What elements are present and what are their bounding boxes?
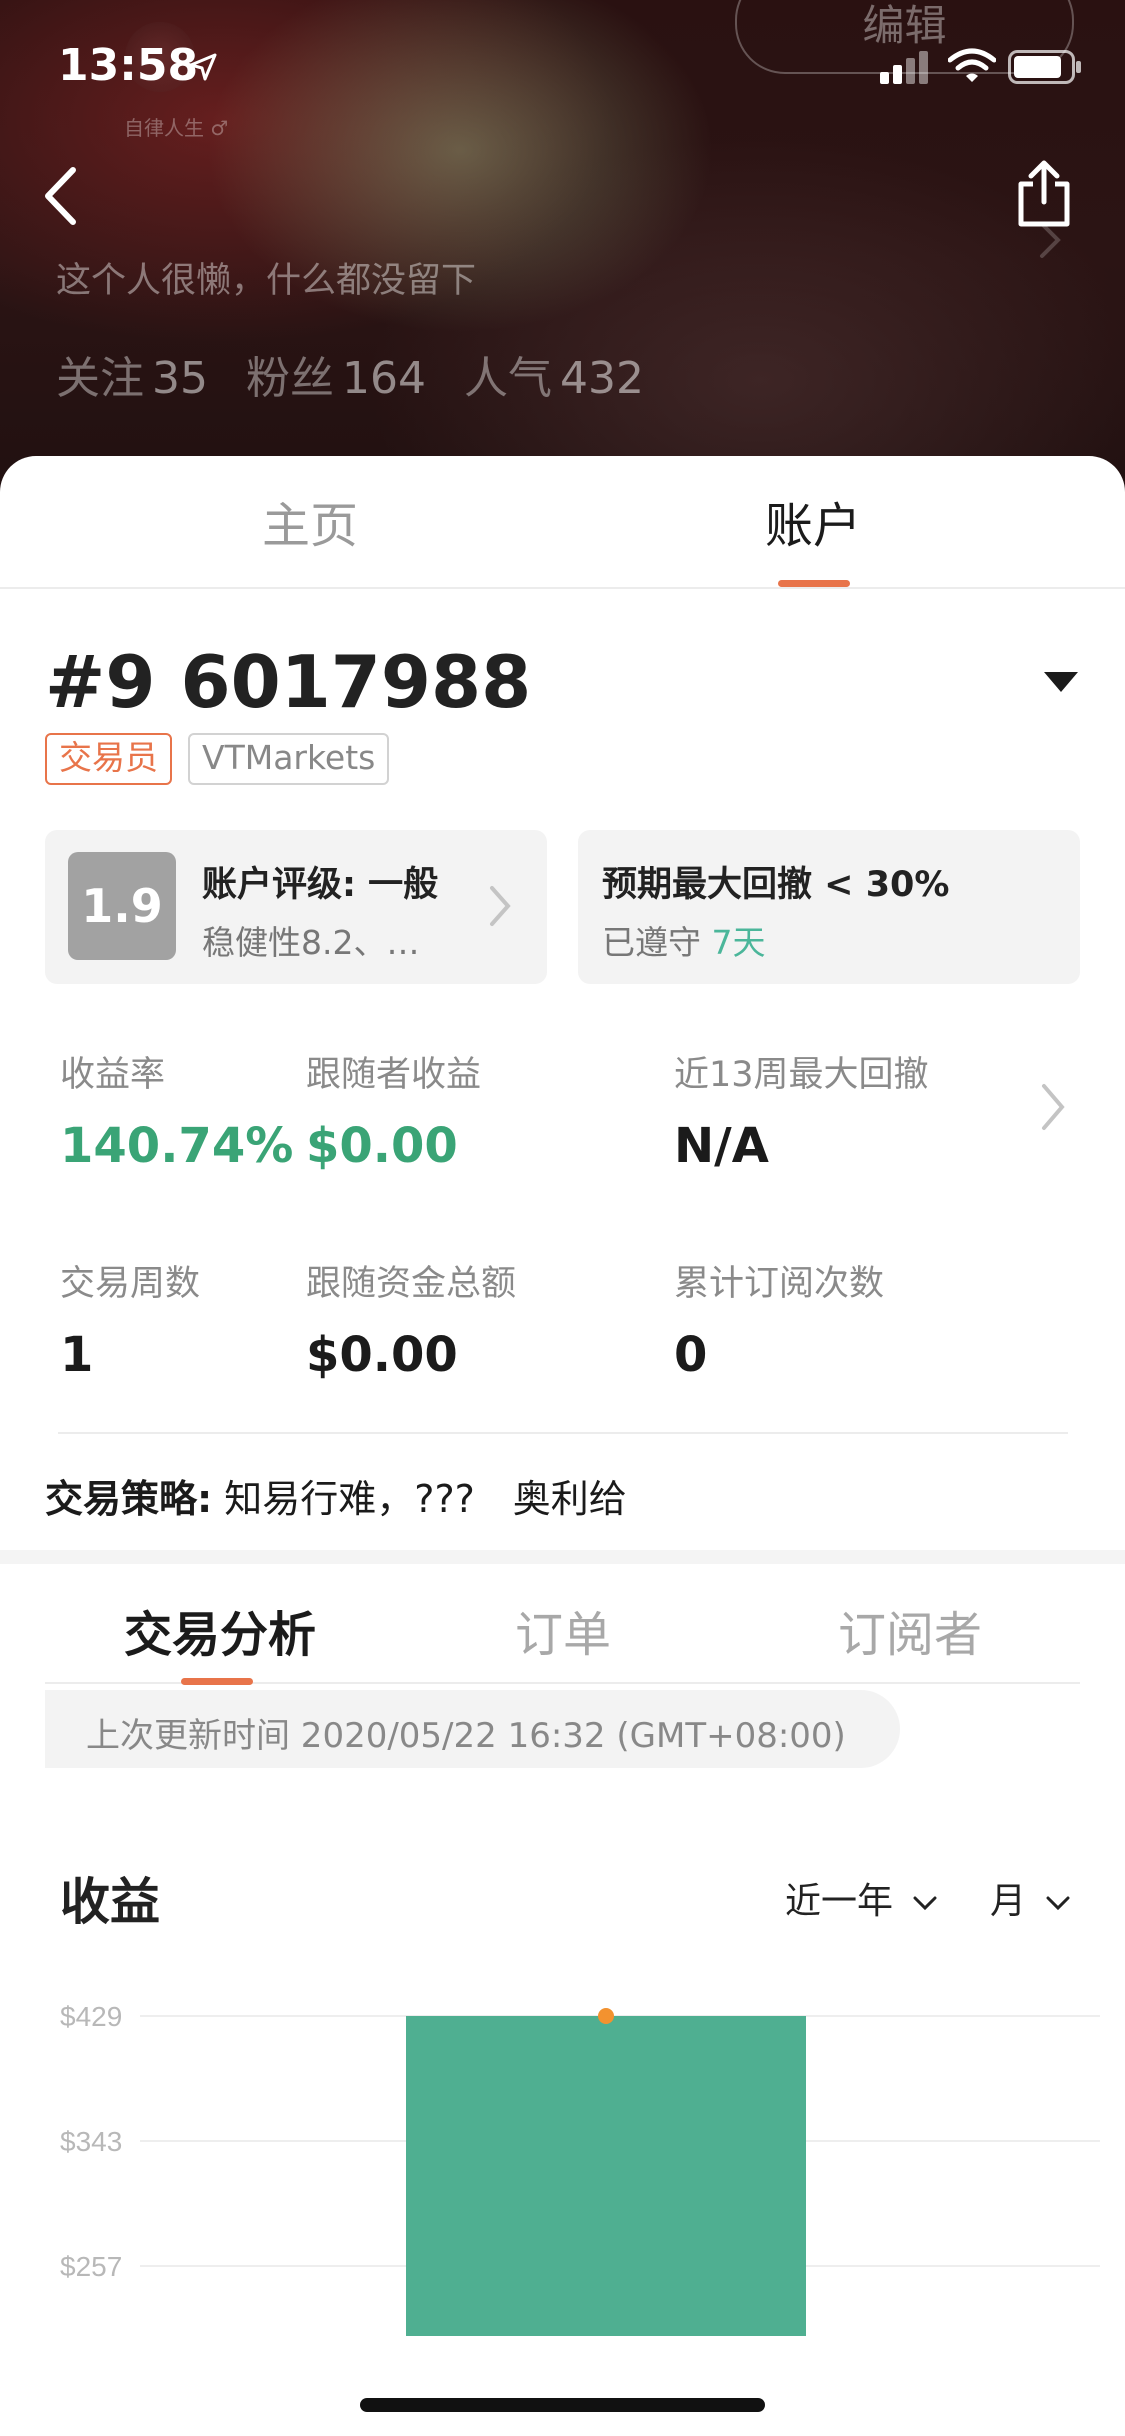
nickname: 自律人生 ♂ — [124, 116, 229, 140]
metric-value-weeks: 1 — [60, 1327, 94, 1383]
popularity-label: 人气 — [463, 353, 552, 404]
strategy-text: 知易行难，??? 奥利给 — [224, 1477, 627, 1521]
profile-bio: 这个人很懒，什么都没留下 — [56, 261, 477, 301]
metric-value-subscriptions: 0 — [674, 1327, 708, 1383]
dropdown-triangle-icon[interactable] — [1042, 670, 1080, 694]
following-count[interactable]: 35 — [152, 353, 208, 404]
tab-indicator — [778, 580, 850, 587]
followers-label[interactable]: 粉丝 — [246, 353, 334, 404]
wifi-icon — [948, 48, 996, 82]
last-update-text: 上次更新时间 2020/05/22 16:32 (GMT+08:00) — [86, 1716, 846, 1756]
range-label: 近一年 — [785, 1881, 894, 1922]
metric-label-follower-profit: 跟随者收益 — [306, 1055, 482, 1095]
y-tick-label: $343 — [60, 2126, 122, 2157]
chevron-down-icon — [913, 1896, 937, 1911]
home-indicator — [360, 2398, 765, 2412]
chevron-right-icon — [490, 886, 511, 926]
metric-label-max-drawdown: 近13周最大回撤 — [674, 1055, 929, 1095]
tab-subscribers[interactable]: 订阅者 — [838, 1595, 982, 1665]
metric-label-return: 收益率 — [60, 1055, 166, 1095]
metric-label-subscriptions: 累计订阅次数 — [674, 1264, 885, 1304]
share-icon[interactable] — [1015, 160, 1073, 228]
drawdown-days: 7天 — [711, 923, 766, 962]
drawdown-subtitle: 已遵守 7天 — [602, 916, 766, 964]
location-arrow-icon — [189, 53, 217, 81]
following-label[interactable]: 关注 — [56, 353, 144, 404]
period-label: 月 — [990, 1881, 1027, 1922]
range-select[interactable]: 近一年 — [785, 1872, 938, 1924]
tab-indicator — [181, 1678, 253, 1685]
metric-value-follower-profit: $0.00 — [306, 1118, 458, 1174]
broker-badge: VTMarkets — [188, 733, 390, 785]
chart-bar[interactable] — [406, 2016, 806, 2336]
drawdown-subtitle-prefix: 已遵守 — [602, 923, 701, 962]
chevron-right-icon[interactable] — [1040, 1082, 1066, 1132]
tab-account[interactable]: 账户 — [765, 486, 861, 556]
tab-orders[interactable]: 订单 — [515, 1595, 611, 1665]
tab-home[interactable]: 主页 — [262, 486, 358, 556]
divider — [0, 587, 1125, 589]
trader-badge: 交易员 — [45, 733, 172, 785]
profit-chart: $429 $343 $257 — [60, 2001, 1100, 2336]
drawdown-title: 预期最大回撤 < 30% — [602, 865, 950, 905]
section-separator — [0, 1550, 1125, 1564]
popularity-count: 432 — [559, 353, 644, 404]
chart-point — [598, 2008, 614, 2024]
rating-title: 账户评级: 一般 — [202, 865, 439, 905]
y-tick-label: $257 — [60, 2251, 122, 2282]
trading-strategy: 交易策略: 知易行难，??? 奥利给 — [45, 1468, 627, 1523]
chart-title: 收益 — [60, 1873, 160, 1931]
metric-label-follow-funds: 跟随资金总额 — [306, 1264, 517, 1304]
chevron-down-icon — [1046, 1896, 1070, 1911]
metric-value-follow-funds: $0.00 — [306, 1327, 458, 1383]
metric-value-max-drawdown: N/A — [674, 1118, 769, 1174]
signal-icon — [880, 51, 928, 84]
back-icon[interactable] — [40, 165, 80, 227]
divider — [58, 1432, 1068, 1434]
period-select[interactable]: 月 — [990, 1872, 1071, 1924]
status-time: 13:58 — [58, 40, 199, 91]
chevron-right-icon — [1040, 222, 1061, 258]
rating-score: 1.9 — [68, 852, 176, 960]
profile-stats: 关注 35 粉丝 164 人气 432 — [56, 342, 668, 406]
metric-label-weeks: 交易周数 — [60, 1264, 201, 1304]
followers-count[interactable]: 164 — [342, 353, 426, 404]
strategy-label: 交易策略: — [45, 1477, 213, 1521]
rating-subtitle: 稳健性8.2、… — [202, 923, 420, 962]
metric-value-return: 140.74% — [60, 1118, 294, 1174]
battery-icon — [1008, 50, 1081, 84]
account-id: #9 6017988 — [45, 640, 532, 724]
tab-trade-analysis[interactable]: 交易分析 — [124, 1595, 316, 1665]
y-tick-label: $429 — [60, 2001, 122, 2032]
